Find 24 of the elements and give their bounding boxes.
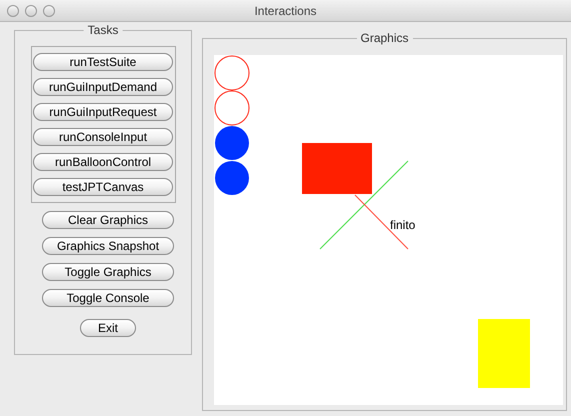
task-button[interactable]: runBalloonControl xyxy=(33,153,173,171)
filled-circle xyxy=(215,161,249,195)
filled-circle xyxy=(215,126,249,160)
panel-title: Graphics xyxy=(356,31,413,45)
window-title: Interactions xyxy=(254,2,317,20)
filled-rectangle xyxy=(478,319,530,388)
window-control-icon[interactable] xyxy=(43,5,55,17)
task-button[interactable]: Graphics Snapshot xyxy=(42,237,174,255)
task-button[interactable]: Clear Graphics xyxy=(42,211,174,229)
exit-button[interactable]: Exit xyxy=(80,319,136,337)
canvas-text: finito xyxy=(390,218,416,232)
window-control-icon[interactable] xyxy=(7,5,19,17)
circle-outline xyxy=(214,90,250,126)
panel-title: Tasks xyxy=(84,23,122,37)
task-button[interactable]: Toggle Graphics xyxy=(42,263,174,281)
task-button[interactable]: Toggle Console xyxy=(42,289,174,307)
task-button[interactable]: runGuiInputRequest xyxy=(33,103,173,121)
window-control-icon[interactable] xyxy=(25,5,37,17)
task-button[interactable]: runConsoleInput xyxy=(33,128,173,146)
task-button[interactable]: runGuiInputDemand xyxy=(33,78,173,96)
task-button[interactable]: runTestSuite xyxy=(33,53,173,71)
filled-rectangle xyxy=(302,143,372,194)
task-button[interactable]: testJPTCanvas xyxy=(33,178,173,196)
circle-outline xyxy=(214,56,250,90)
